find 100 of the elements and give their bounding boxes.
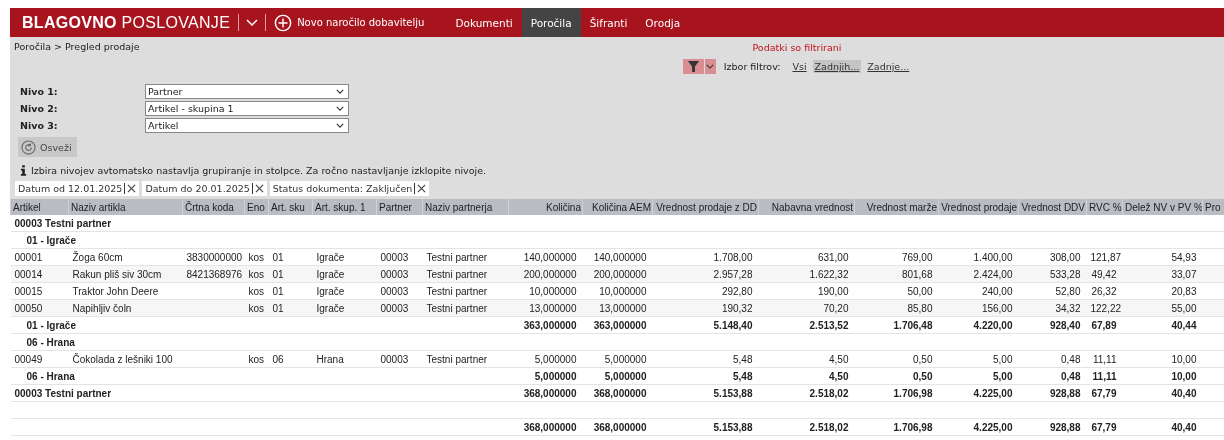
number-cell: 11,11: [1092, 353, 1117, 365]
total-cell: 40,40: [1171, 421, 1197, 433]
number-cell: 50,00: [907, 285, 933, 297]
total-cell: 0,50: [913, 370, 933, 382]
filter-option-link[interactable]: Zadnjih...: [812, 60, 862, 73]
total-cell: 368,000000: [523, 421, 577, 433]
number-cell: 52,80: [1055, 285, 1081, 297]
table-cell: 01: [272, 302, 284, 314]
total-cell: 4.225,00: [973, 387, 1013, 399]
number-cell: 54,93: [1171, 251, 1197, 263]
nav-tab[interactable]: Šifranti: [580, 8, 637, 37]
number-cell: 2.957,28: [713, 268, 753, 280]
total-cell: 40,40: [1171, 387, 1197, 399]
total-cell: 2.513,52: [809, 319, 849, 331]
info-text: Izbira nivojev avtomatsko nastavlja grupiranje in stolpce. Za ročno nastavljanje izklopite nivoje.: [31, 165, 486, 176]
number-cell: 1.622,32: [809, 268, 849, 280]
info-icon: [20, 165, 27, 176]
table-cell: 06: [272, 353, 284, 365]
table-cell: 00050: [14, 302, 43, 314]
table-cell: 01: [272, 251, 284, 263]
nav-tab[interactable]: Dokumenti: [446, 8, 522, 37]
number-cell: 121,87: [1090, 251, 1122, 263]
number-cell: 34,32: [1055, 302, 1081, 314]
table-cell: Igrače: [316, 302, 345, 314]
filter-menu-button[interactable]: [704, 59, 716, 74]
close-icon[interactable]: [254, 184, 264, 193]
total-cell: 928,88: [1049, 387, 1081, 399]
number-cell: 5,48: [733, 353, 753, 365]
total-cell: 928,88: [1049, 421, 1081, 433]
filter-picker-label: Izbor filtrov:: [723, 61, 781, 72]
filter-option-link[interactable]: Vsi: [790, 60, 809, 73]
number-cell: 140,000000: [523, 251, 577, 263]
number-cell: 0,48: [1061, 353, 1081, 365]
table-cell: 00001: [14, 251, 43, 263]
table-cell: kos: [248, 353, 265, 365]
number-cell: 769,00: [901, 251, 933, 263]
level-select[interactable]: Artikel - skupina 1: [145, 101, 349, 116]
table-cell: 00014: [14, 268, 43, 280]
number-cell: 801,68: [901, 268, 933, 280]
nav-tab[interactable]: Orodja: [636, 8, 690, 37]
table-cell: Testni partner: [426, 302, 488, 314]
total-cell: 40,44: [1171, 319, 1197, 331]
table-cell: Igrače: [316, 268, 345, 280]
table-cell: 00003: [380, 251, 409, 263]
filter-icon: [686, 60, 700, 73]
close-icon[interactable]: [127, 184, 137, 193]
subtotal-label: 01 - Igrače: [26, 319, 76, 331]
table-cell: kos: [248, 285, 265, 297]
number-cell: 292,80: [721, 285, 753, 297]
group-label: 00003 Testni partner: [14, 217, 112, 229]
number-cell: 5,000000: [534, 353, 577, 365]
plus-circle-icon: [274, 13, 293, 32]
number-cell: 10,000000: [529, 285, 577, 297]
filter-chip-label: Status dokumenta: Zaključen: [272, 183, 413, 194]
caret-icon: [336, 89, 344, 94]
refresh-icon: [21, 139, 36, 155]
refresh-button[interactable]: Osveži: [18, 137, 77, 157]
total-cell: 67,79: [1091, 387, 1117, 399]
total-cell: 4,50: [829, 370, 849, 382]
total-cell: 5,00: [993, 370, 1013, 382]
filter-button[interactable]: [682, 59, 704, 74]
table-cell: Rakun pliš siv 30cm: [72, 268, 162, 280]
new-order-button[interactable]: Novo naročilo dobavitelju: [266, 8, 433, 37]
total-cell: 2.518,02: [809, 421, 849, 433]
nav-tab[interactable]: Poročila: [521, 8, 581, 37]
total-cell: 363,000000: [593, 319, 647, 331]
group-label: 06 - Hrana: [26, 336, 75, 348]
app-title: BLAGOVNO POSLOVANJE: [21, 13, 232, 32]
total-cell: 4.220,00: [973, 319, 1013, 331]
table-cell: Igrače: [316, 251, 345, 263]
table-cell: Testni partner: [426, 268, 488, 280]
caret-icon: [336, 106, 344, 111]
level-select[interactable]: Artikel: [145, 118, 349, 133]
total-cell: 0,48: [1061, 370, 1081, 382]
total-cell: 10,00: [1171, 370, 1197, 382]
number-cell: 20,83: [1171, 285, 1197, 297]
subtotal-label: 06 - Hrana: [26, 370, 75, 382]
caret-icon[interactable]: [246, 18, 259, 27]
total-cell: 67,79: [1091, 421, 1117, 433]
total-cell: 5.153,88: [713, 421, 753, 433]
total-cell: 5,000000: [604, 370, 647, 382]
number-cell: 140,000000: [593, 251, 647, 263]
number-cell: 308,00: [1049, 251, 1081, 263]
total-cell: 5.148,40: [713, 319, 753, 331]
table-cell: 00015: [14, 285, 43, 297]
total-cell: 11,11: [1092, 370, 1117, 382]
number-cell: 55,00: [1171, 302, 1197, 314]
close-icon[interactable]: [417, 184, 427, 193]
filter-notice: Podatki so filtrirani: [752, 41, 842, 53]
table-cell: 01: [272, 285, 284, 297]
table-cell: Hrana: [316, 353, 344, 365]
number-cell: 200,000000: [523, 268, 577, 280]
level-select[interactable]: Partner: [145, 84, 349, 99]
table-cell: Traktor John Deere: [72, 285, 159, 297]
number-cell: 156,00: [981, 302, 1013, 314]
number-cell: 85,80: [907, 302, 933, 314]
level-label: Nivo 3:: [20, 120, 59, 131]
number-cell: 190,00: [817, 285, 849, 297]
filter-option-link[interactable]: Zadnje...: [865, 60, 912, 73]
total-cell: 368,000000: [523, 387, 577, 399]
